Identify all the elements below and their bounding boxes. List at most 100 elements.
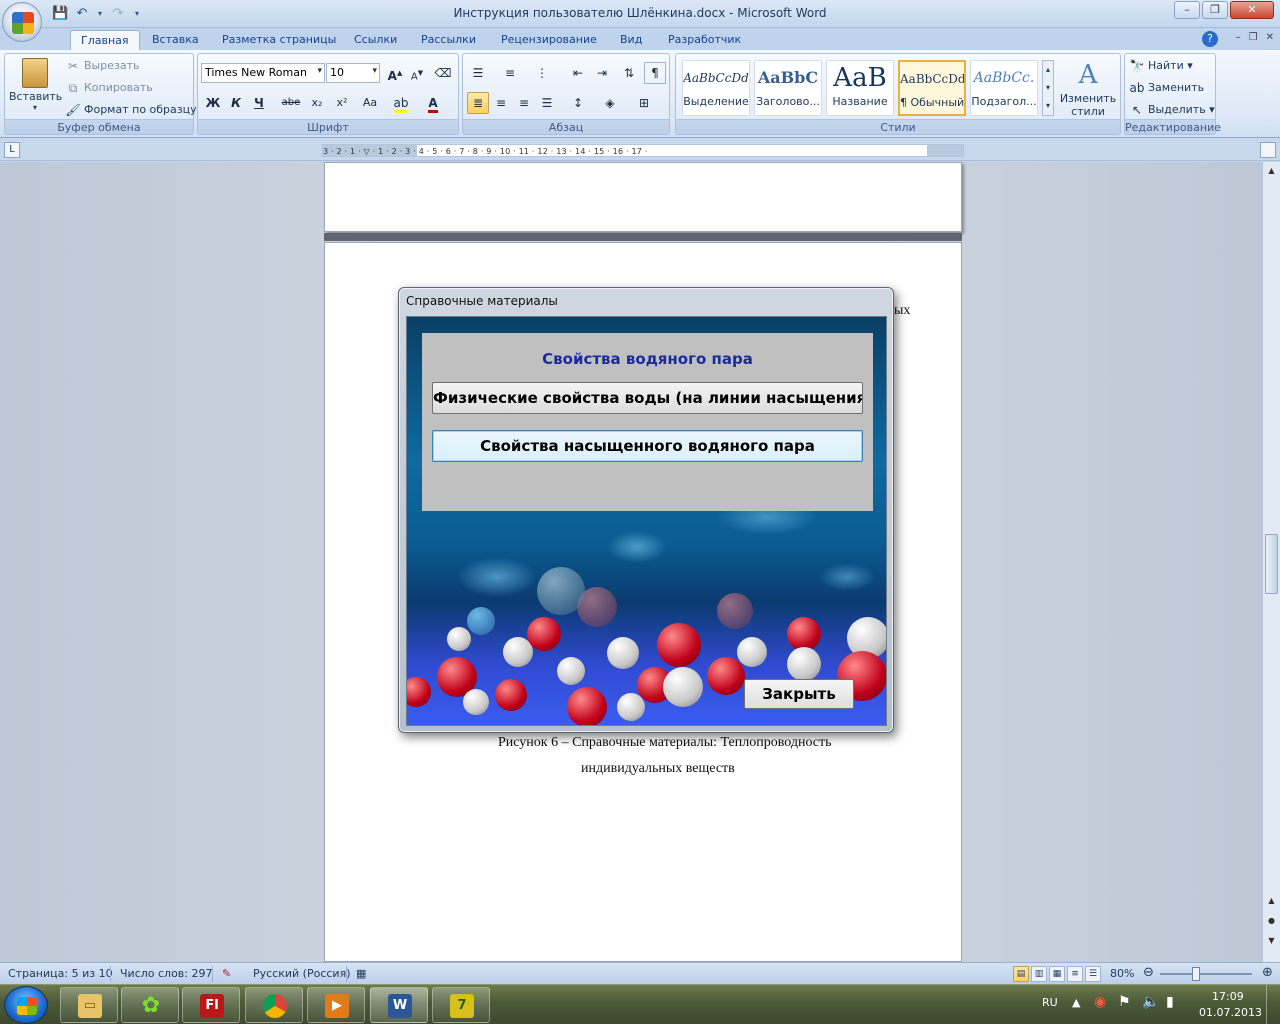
- bullets-icon[interactable]: ☰: [467, 62, 489, 84]
- increase-indent-icon[interactable]: ⇥: [591, 62, 613, 84]
- highlight-color-icon[interactable]: ab: [390, 92, 412, 114]
- horizontal-ruler[interactable]: 3 · 2 · 1 · ▽ · 1 · 2 · 3 · 4 · 5 · 6 · …: [322, 144, 964, 157]
- page-count[interactable]: Страница: 5 из 10: [8, 967, 113, 980]
- web-layout-icon[interactable]: ▦: [1049, 966, 1065, 982]
- office-button[interactable]: [2, 2, 42, 42]
- taskbar-media-player[interactable]: ▶: [307, 987, 365, 1023]
- find-button[interactable]: 🔭 Найти ▾: [1129, 58, 1193, 74]
- taskbar-chrome[interactable]: [245, 987, 303, 1023]
- print-layout-view-icon[interactable]: ▤: [1013, 966, 1029, 982]
- tab-view[interactable]: Вид: [610, 30, 652, 50]
- show-desktop-button[interactable]: [1266, 985, 1280, 1024]
- multilevel-list-icon[interactable]: ⋮: [531, 62, 553, 84]
- align-left-icon[interactable]: ≣: [467, 92, 489, 114]
- borders-icon[interactable]: ⊞: [633, 92, 655, 114]
- start-button[interactable]: [4, 986, 48, 1024]
- dialog-close-button[interactable]: Закрыть: [744, 679, 854, 709]
- numbering-icon[interactable]: ≡: [499, 62, 521, 84]
- taskbar-icq[interactable]: ✿: [121, 987, 179, 1023]
- tab-selector-icon[interactable]: L: [4, 142, 20, 158]
- style-title[interactable]: AaB Название: [826, 60, 894, 116]
- decrease-indent-icon[interactable]: ⇤: [567, 62, 589, 84]
- italic-button[interactable]: К: [225, 92, 247, 114]
- style-emphasis[interactable]: AaBbCcDd Выделение: [682, 60, 750, 116]
- clear-formatting-icon[interactable]: ⌫: [432, 62, 454, 84]
- network-icon[interactable]: ▮: [1166, 994, 1174, 1010]
- grow-font-icon[interactable]: A▲: [384, 62, 406, 84]
- doc-minimize-icon[interactable]: –: [1236, 32, 1241, 43]
- subscript-button[interactable]: x₂: [306, 92, 328, 114]
- scroll-up-page-icon[interactable]: ▲: [1265, 894, 1278, 908]
- clock-time[interactable]: 17:09: [1212, 990, 1244, 1003]
- full-screen-reading-icon[interactable]: ▥: [1031, 966, 1047, 982]
- tray-app-icon[interactable]: ◉: [1094, 994, 1106, 1010]
- change-styles-button[interactable]: A Изменить стили: [1058, 58, 1118, 118]
- taskbar-app[interactable]: 7: [432, 987, 490, 1023]
- line-spacing-icon[interactable]: ↕: [567, 92, 589, 114]
- scroll-thumb[interactable]: [1265, 534, 1278, 594]
- format-painter-button[interactable]: 🖌 Формат по образцу: [65, 102, 196, 118]
- taskbar-word[interactable]: W: [370, 987, 428, 1023]
- tab-mailings[interactable]: Рассылки: [411, 30, 486, 50]
- superscript-button[interactable]: x²: [331, 92, 353, 114]
- zoom-out-icon[interactable]: ⊖: [1143, 965, 1154, 980]
- physical-properties-water-button[interactable]: Физические свойства воды (на линии насыщ…: [432, 382, 863, 414]
- sort-icon[interactable]: ⇅: [618, 62, 640, 84]
- select-browse-object-icon[interactable]: ●: [1265, 914, 1278, 928]
- saturated-vapor-properties-button[interactable]: Свойства насыщенного водяного пара: [432, 430, 863, 462]
- underline-button[interactable]: Ч: [248, 92, 270, 114]
- view-ruler-icon[interactable]: [1260, 142, 1276, 158]
- cut-button[interactable]: ✂ Вырезать: [65, 58, 140, 74]
- shading-icon[interactable]: ◈: [599, 92, 621, 114]
- style-subtitle[interactable]: AaBbCc. Подзагол...: [970, 60, 1038, 116]
- word-count[interactable]: Число слов: 297: [120, 967, 213, 980]
- show-marks-icon[interactable]: ¶: [644, 62, 666, 84]
- action-center-icon[interactable]: ⚑: [1118, 994, 1131, 1010]
- doc-close-icon[interactable]: ✕: [1266, 32, 1274, 43]
- outline-view-icon[interactable]: ≡: [1067, 966, 1083, 982]
- style-normal[interactable]: AaBbCcDd ¶ Обычный: [898, 60, 966, 116]
- input-language[interactable]: RU: [1042, 996, 1058, 1009]
- replace-button[interactable]: ab Заменить: [1129, 80, 1205, 96]
- draft-view-icon[interactable]: ☰: [1085, 966, 1101, 982]
- zoom-slider-thumb[interactable]: [1192, 967, 1200, 981]
- scroll-up-icon[interactable]: ▲: [1265, 164, 1278, 178]
- taskbar-flash[interactable]: Fl: [182, 987, 240, 1023]
- styles-scroll[interactable]: ▴ ▾ ▾: [1042, 60, 1054, 116]
- align-center-icon[interactable]: ≡: [490, 92, 512, 114]
- justify-icon[interactable]: ☰: [536, 92, 558, 114]
- clock-date[interactable]: 01.07.2013: [1199, 1006, 1262, 1019]
- copy-button[interactable]: ⧉ Копировать: [65, 80, 153, 96]
- tab-insert[interactable]: Вставка: [142, 30, 209, 50]
- tab-references[interactable]: Ссылки: [344, 30, 407, 50]
- zoom-slider[interactable]: [1160, 973, 1252, 975]
- macro-record-icon[interactable]: ▦: [356, 967, 366, 980]
- tray-expand-icon[interactable]: ▲: [1072, 996, 1080, 1009]
- scroll-down-page-icon[interactable]: ▼: [1265, 934, 1278, 948]
- strikethrough-button[interactable]: abe: [280, 92, 302, 114]
- change-case-button[interactable]: Aa: [356, 92, 384, 114]
- align-right-icon[interactable]: ≡: [513, 92, 535, 114]
- volume-icon[interactable]: 🔈: [1142, 994, 1159, 1010]
- taskbar-explorer[interactable]: ▭: [60, 987, 118, 1023]
- proofing-icon[interactable]: ✎: [222, 967, 231, 980]
- select-button[interactable]: ↖ Выделить ▾: [1129, 102, 1215, 118]
- maximize-button[interactable]: ❐: [1202, 1, 1228, 19]
- help-icon[interactable]: ?: [1202, 31, 1218, 47]
- zoom-level[interactable]: 80%: [1110, 967, 1134, 980]
- tab-review[interactable]: Рецензирование: [491, 30, 607, 50]
- bold-button[interactable]: Ж: [202, 92, 224, 114]
- tab-home[interactable]: Главная: [70, 30, 140, 50]
- close-window-button[interactable]: ✕: [1230, 1, 1274, 19]
- paste-button[interactable]: Вставить ▾: [9, 58, 62, 112]
- minimize-button[interactable]: –: [1174, 1, 1200, 19]
- shrink-font-icon[interactable]: A▼: [406, 62, 428, 84]
- font-color-icon[interactable]: A: [422, 92, 444, 114]
- vertical-scrollbar[interactable]: ▲ ▲ ● ▼: [1262, 162, 1280, 962]
- language-indicator[interactable]: Русский (Россия): [253, 967, 351, 980]
- tab-developer[interactable]: Разработчик: [658, 30, 751, 50]
- doc-restore-icon[interactable]: ❐: [1249, 32, 1258, 43]
- zoom-in-icon[interactable]: ⊕: [1262, 965, 1273, 980]
- style-heading[interactable]: AaBbC Заголово...: [754, 60, 822, 116]
- font-name-combo[interactable]: Times New Roman: [201, 63, 325, 83]
